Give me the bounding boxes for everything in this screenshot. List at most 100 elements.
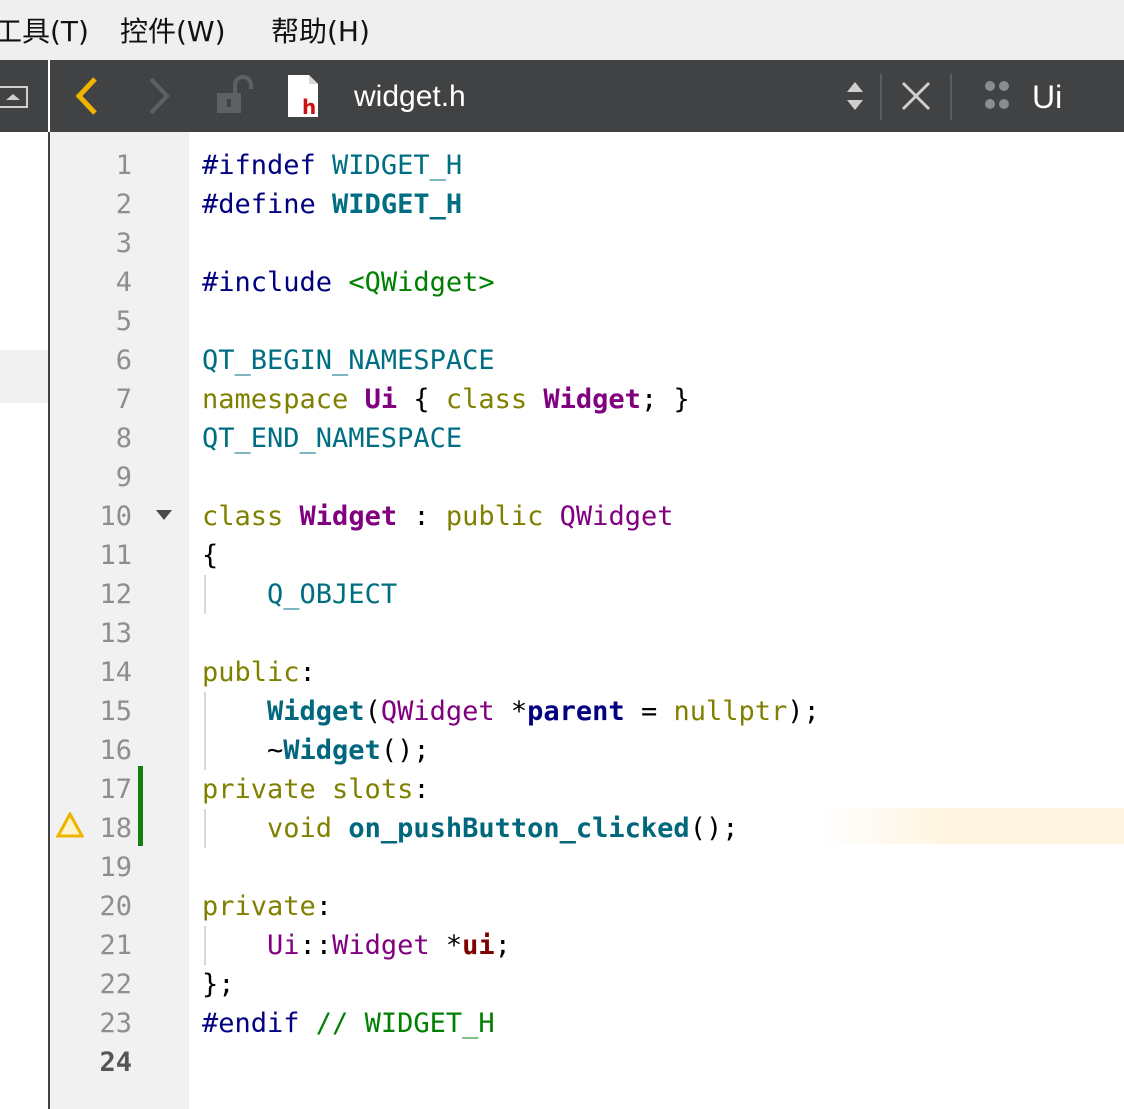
line-number[interactable]: 22 (50, 965, 132, 1004)
code-token: : (299, 657, 316, 688)
split-grid-icon[interactable] (980, 60, 1016, 132)
close-icon[interactable] (896, 60, 936, 132)
line-number[interactable]: 13 (50, 614, 132, 653)
forward-chevron-icon[interactable] (138, 60, 178, 132)
code-token: ; (494, 930, 511, 961)
toolbar-separator (950, 74, 952, 120)
code-token: WIDGET_H (332, 150, 463, 181)
line-number[interactable]: 17 (50, 770, 132, 809)
code-line[interactable]: ~Widget(); (202, 731, 430, 770)
code-token: #include (202, 267, 349, 298)
file-name-label[interactable]: widget.h (354, 60, 466, 132)
code-token: : (315, 891, 333, 922)
code-token: #endif (202, 1008, 316, 1039)
line-number[interactable]: 10 (50, 497, 132, 536)
line-number[interactable]: 9 (50, 458, 132, 497)
code-token: nullptr (673, 696, 788, 727)
code-line[interactable]: void on_pushButton_clicked(); (202, 809, 738, 848)
code-token: <QWidget> (348, 267, 495, 298)
symbol-selector[interactable]: Ui (1032, 60, 1062, 132)
code-token: WIDGET_H (332, 189, 463, 220)
code-token: Ui (364, 384, 398, 415)
left-panel-selected-row[interactable] (0, 350, 48, 403)
code-line[interactable]: private: (202, 887, 332, 926)
code-line[interactable]: class Widget : public QWidget (202, 497, 673, 536)
sort-updown-icon[interactable] (840, 60, 870, 132)
code-token: #define (202, 189, 333, 220)
line-number[interactable]: 7 (50, 380, 132, 419)
code-line[interactable]: #endif // WIDGET_H (202, 1004, 495, 1043)
line-number[interactable]: 20 (50, 887, 132, 926)
line-number[interactable]: 21 (50, 926, 132, 965)
line-number[interactable]: 23 (50, 1004, 132, 1043)
code-line[interactable]: Widget(QWidget *parent = nullptr); (202, 692, 820, 731)
code-token: ; } (640, 384, 690, 415)
code-line[interactable]: namespace Ui { class Widget; } (202, 380, 690, 419)
code-token: :: (299, 930, 333, 961)
line-number[interactable]: 1 (50, 146, 132, 185)
code-token: ui (462, 930, 495, 961)
code-token: class (445, 384, 544, 415)
code-token: // WIDGET_H (315, 1008, 495, 1039)
line-number[interactable]: 6 (50, 341, 132, 380)
menu-help[interactable]: 帮助(H) (271, 10, 370, 50)
code-line[interactable]: #define WIDGET_H (202, 185, 462, 224)
panel-toggle-icon[interactable] (0, 86, 28, 108)
menu-tools[interactable]: 工具(T) (0, 10, 89, 50)
header-file-icon: h (280, 60, 326, 132)
svg-text:h: h (302, 95, 316, 119)
code-line[interactable]: Ui::Widget *ui; (202, 926, 511, 965)
line-number[interactable]: 11 (50, 536, 132, 575)
line-number[interactable]: 19 (50, 848, 132, 887)
code-token: : (413, 774, 430, 805)
warning-line-highlight (820, 808, 1124, 844)
code-token: slots (332, 774, 414, 805)
code-token: { (202, 540, 219, 571)
menu-controls[interactable]: 控件(W) (120, 10, 226, 50)
code-token: Ui (267, 930, 300, 961)
line-number[interactable]: 16 (50, 731, 132, 770)
line-number[interactable]: 3 (50, 224, 132, 263)
line-number[interactable]: 4 (50, 263, 132, 302)
code-token: ); (787, 696, 820, 727)
code-line[interactable]: public: (202, 653, 316, 692)
code-token: QT_BEGIN_NAMESPACE (202, 345, 495, 376)
code-token: (); (380, 735, 430, 766)
fold-arrow-icon[interactable] (156, 510, 172, 520)
code-line[interactable]: { (202, 536, 218, 575)
code-token: Widget (332, 930, 430, 961)
code-token: public (202, 657, 300, 688)
line-number[interactable]: 12 (50, 575, 132, 614)
warning-icon[interactable] (55, 810, 85, 840)
code-line[interactable]: }; (202, 965, 235, 1004)
code-line[interactable]: #include <QWidget> (202, 263, 495, 302)
code-line[interactable]: private slots: (202, 770, 430, 809)
line-number[interactable]: 2 (50, 185, 132, 224)
line-number[interactable]: 14 (50, 653, 132, 692)
code-token: parent (527, 696, 625, 727)
code-token: Widget (267, 696, 365, 727)
code-token: QWidget (380, 696, 495, 727)
line-number[interactable]: 15 (50, 692, 132, 731)
code-token: ~ (202, 735, 284, 766)
left-panel-header (0, 60, 48, 132)
code-line[interactable]: Q_OBJECT (202, 575, 397, 614)
code-token: Widget (283, 735, 381, 766)
code-token: void (267, 813, 349, 844)
code-token: namespace (202, 384, 365, 415)
code-token: * (429, 930, 463, 961)
code-line[interactable]: QT_END_NAMESPACE (202, 419, 462, 458)
left-side-panel (0, 60, 48, 1109)
code-line[interactable]: QT_BEGIN_NAMESPACE (202, 341, 495, 380)
line-number[interactable]: 5 (50, 302, 132, 341)
unlock-icon[interactable] (210, 60, 256, 132)
line-number[interactable]: 8 (50, 419, 132, 458)
code-line[interactable]: #ifndef WIDGET_H (202, 146, 462, 185)
code-token: class (202, 501, 300, 532)
code-token: = (624, 696, 674, 727)
code-token: QWidget (559, 501, 674, 532)
line-number[interactable]: 24 (50, 1043, 132, 1082)
back-chevron-icon[interactable] (68, 60, 108, 132)
